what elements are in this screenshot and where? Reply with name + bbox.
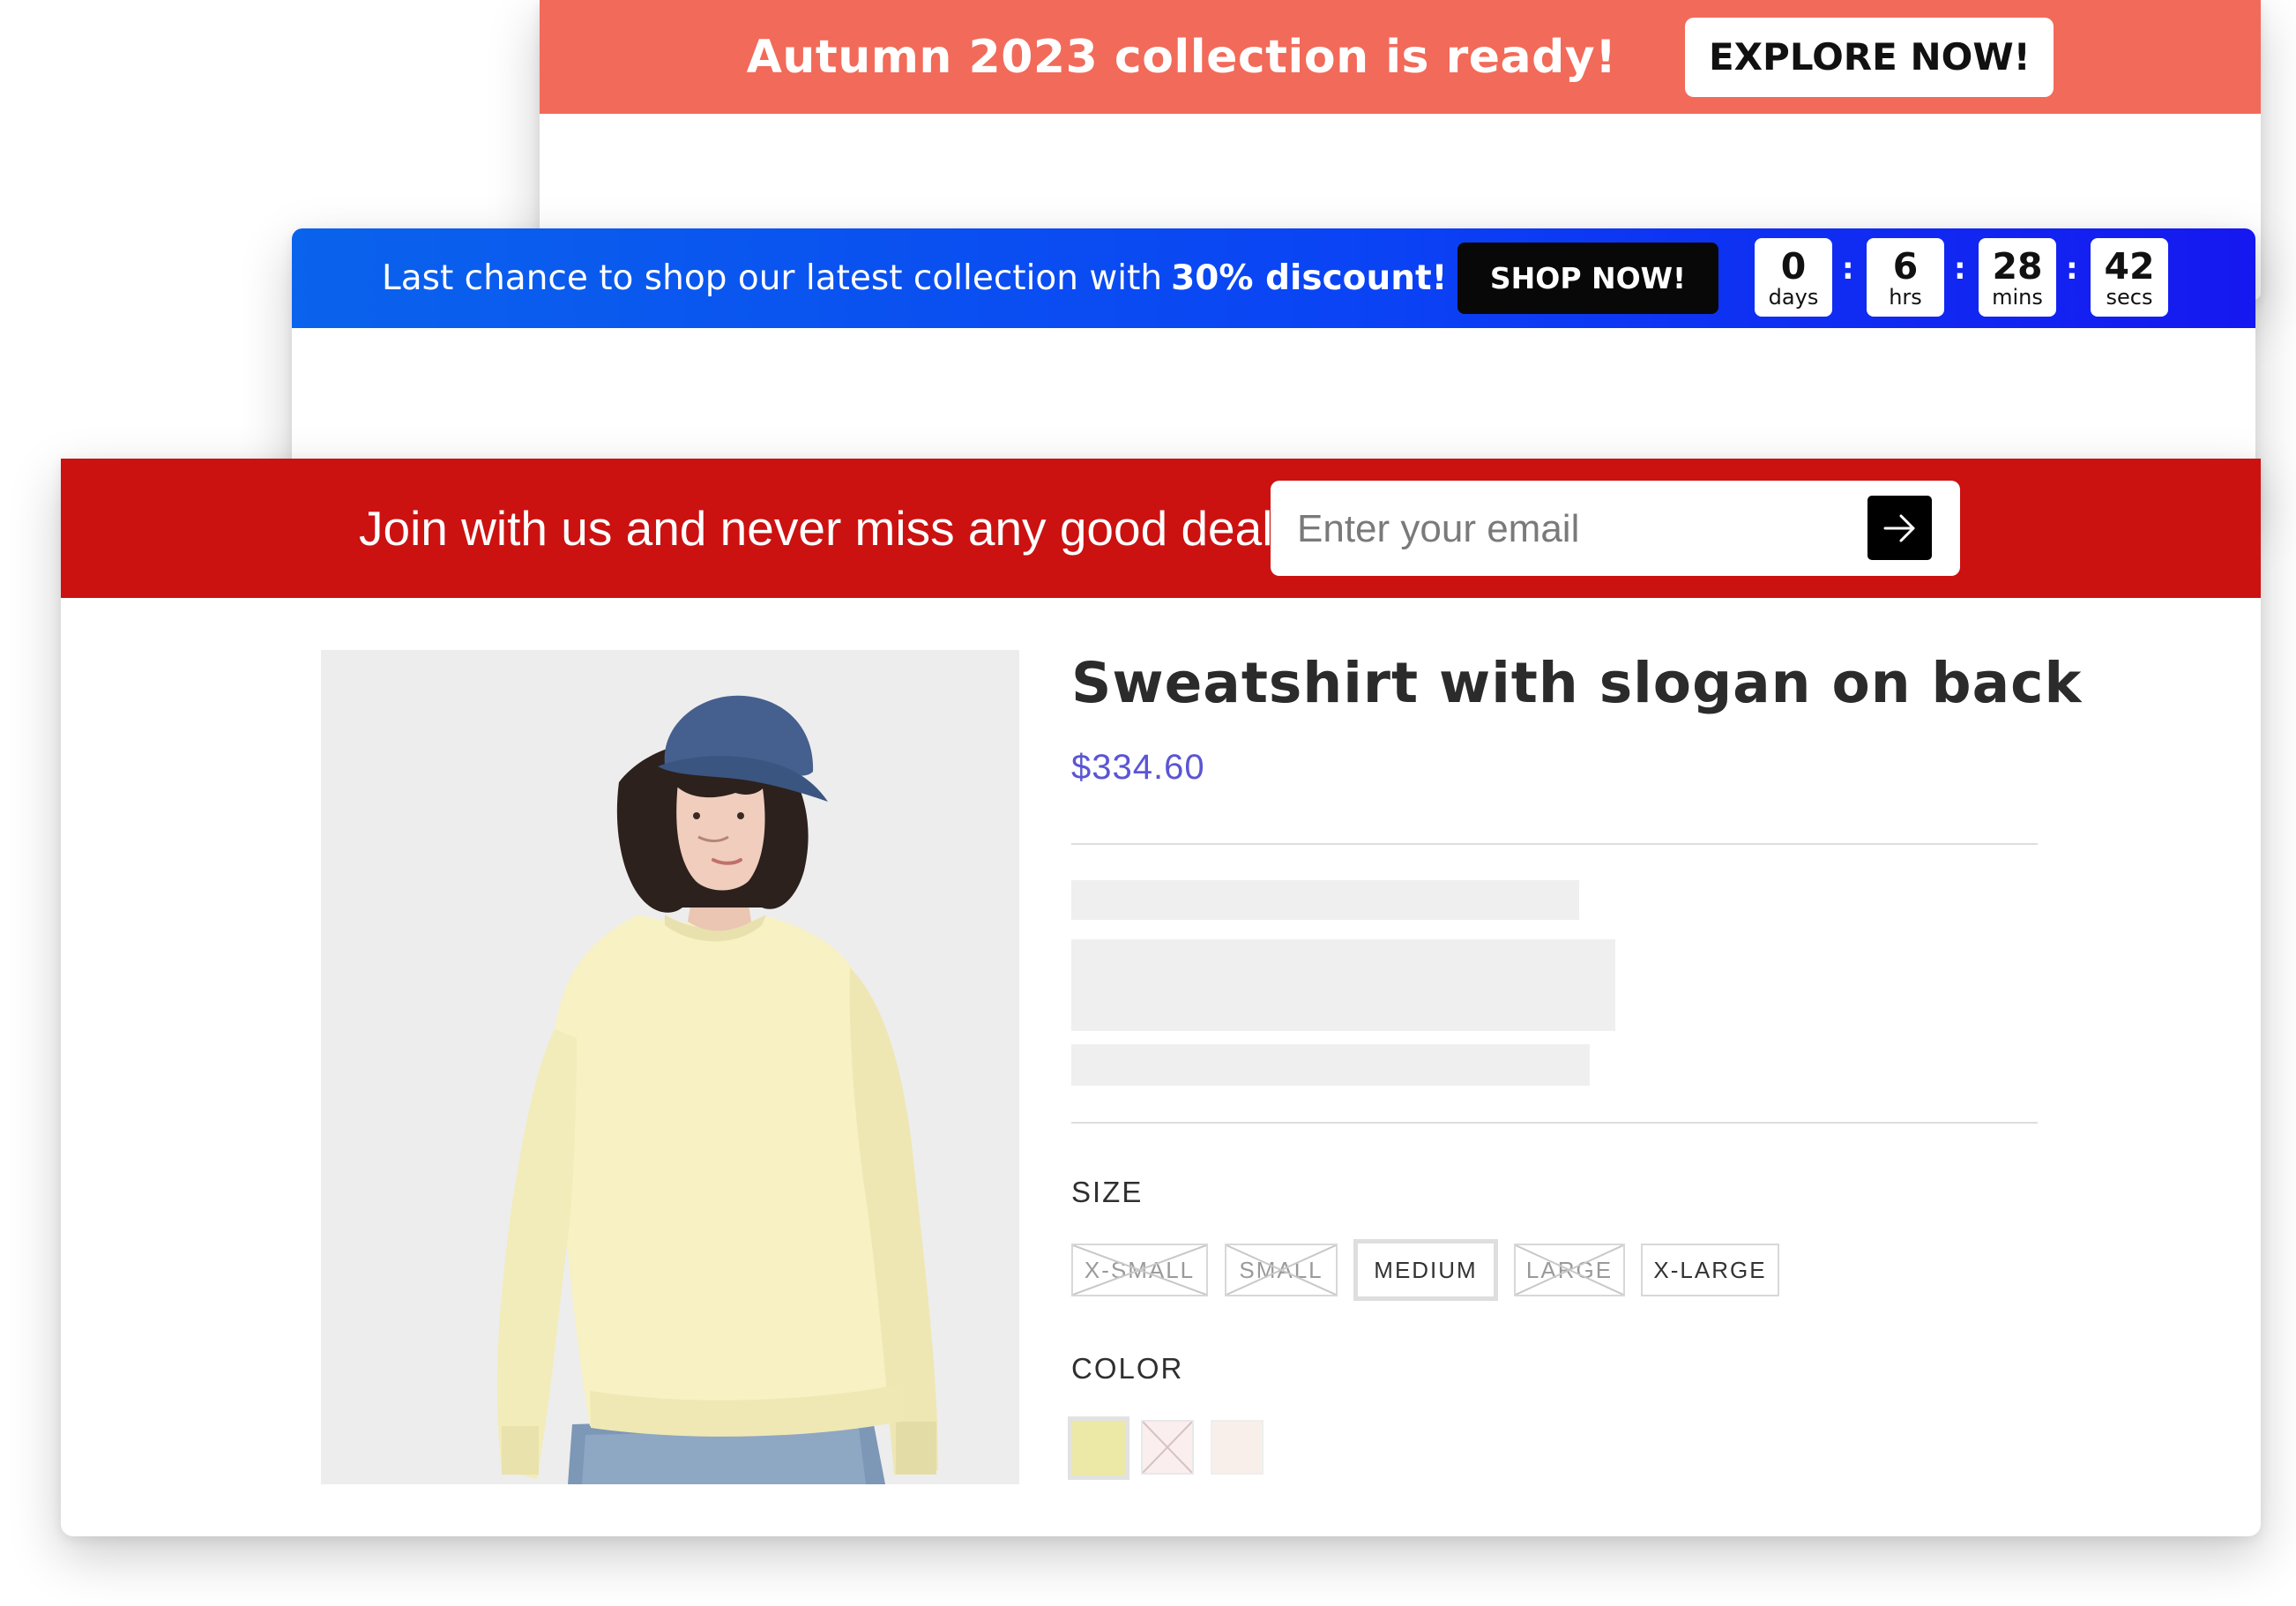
countdown-minutes-value: 28: [1992, 244, 2043, 288]
divider: [1071, 843, 2038, 845]
countdown-separator: :: [2066, 251, 2078, 287]
sale-banner-text: Last chance to shop our latest collectio…: [382, 228, 1447, 328]
size-option-x-small[interactable]: X-SMALL: [1071, 1244, 1208, 1296]
countdown-hours-value: 6: [1892, 244, 1919, 288]
size-option-medium[interactable]: MEDIUM: [1353, 1239, 1498, 1301]
unavailable-cross-icon: [1073, 1245, 1206, 1295]
countdown-hours-unit: hrs: [1889, 284, 1922, 310]
countdown-seconds-unit: secs: [2106, 284, 2153, 310]
size-label: SIZE: [1071, 1176, 1144, 1208]
sale-announcement-bar: Last chance to shop our latest collectio…: [292, 228, 2255, 328]
countdown-separator: :: [1954, 251, 1966, 287]
countdown-minutes: 28 mins: [1979, 238, 2056, 317]
size-option-small[interactable]: SMALL: [1225, 1244, 1338, 1296]
countdown-seconds: 42 secs: [2091, 238, 2168, 317]
divider: [1071, 1122, 2038, 1124]
autumn-banner-text: Autumn 2023 collection is ready!: [746, 30, 1617, 84]
unavailable-cross-icon: [1143, 1422, 1192, 1473]
product-photo-illustration: [321, 650, 1019, 1484]
product-price: $334.60: [1071, 748, 1205, 787]
arrow-right-icon: [1883, 514, 1914, 542]
newsletter-form: [1271, 481, 1960, 578]
color-label: COLOR: [1071, 1352, 1184, 1385]
size-option-label: MEDIUM: [1374, 1256, 1478, 1283]
color-swatch-cream[interactable]: [1211, 1420, 1264, 1475]
newsletter-submit-button[interactable]: [1867, 496, 1932, 560]
countdown-days-value: 0: [1780, 244, 1807, 288]
autumn-announcement-bar: Autumn 2023 collection is ready! EXPLORE…: [540, 0, 2261, 114]
loading-placeholder-line: [1071, 880, 1579, 920]
newsletter-bar: Join with us and never miss any good dea…: [61, 459, 2261, 598]
newsletter-text: Join with us and never miss any good dea…: [359, 501, 1286, 556]
size-option-x-large[interactable]: X-LARGE: [1641, 1244, 1779, 1296]
loading-placeholder-line: [1071, 1044, 1590, 1086]
countdown-seconds-value: 42: [2104, 244, 2155, 288]
size-option-label: X-LARGE: [1653, 1256, 1767, 1283]
product-title: Sweatshirt with slogan on back: [1071, 651, 2083, 715]
countdown-days: 0 days: [1755, 238, 1832, 317]
color-swatch-yellow[interactable]: [1068, 1416, 1129, 1480]
countdown-hours: 6 hrs: [1867, 238, 1944, 317]
explore-now-button[interactable]: EXPLORE NOW!: [1685, 17, 2054, 97]
color-swatch-pink[interactable]: [1141, 1420, 1194, 1475]
unavailable-cross-icon: [1226, 1245, 1336, 1295]
product-image: [321, 650, 1019, 1484]
unavailable-cross-icon: [1516, 1245, 1623, 1295]
product-page-card: Join with us and never miss any good dea…: [61, 459, 2261, 1536]
loading-placeholder-block: [1071, 939, 1615, 1031]
shop-now-button[interactable]: SHOP NOW!: [1457, 243, 1718, 314]
countdown-minutes-unit: mins: [1992, 284, 2043, 310]
size-option-large[interactable]: LARGE: [1514, 1244, 1625, 1296]
email-input[interactable]: [1295, 481, 1863, 578]
sale-banner-discount: 30% discount!: [1171, 258, 1448, 298]
countdown-separator: :: [1842, 251, 1854, 287]
countdown-days-unit: days: [1768, 284, 1819, 310]
sale-banner-message: Last chance to shop our latest collectio…: [382, 258, 1163, 298]
